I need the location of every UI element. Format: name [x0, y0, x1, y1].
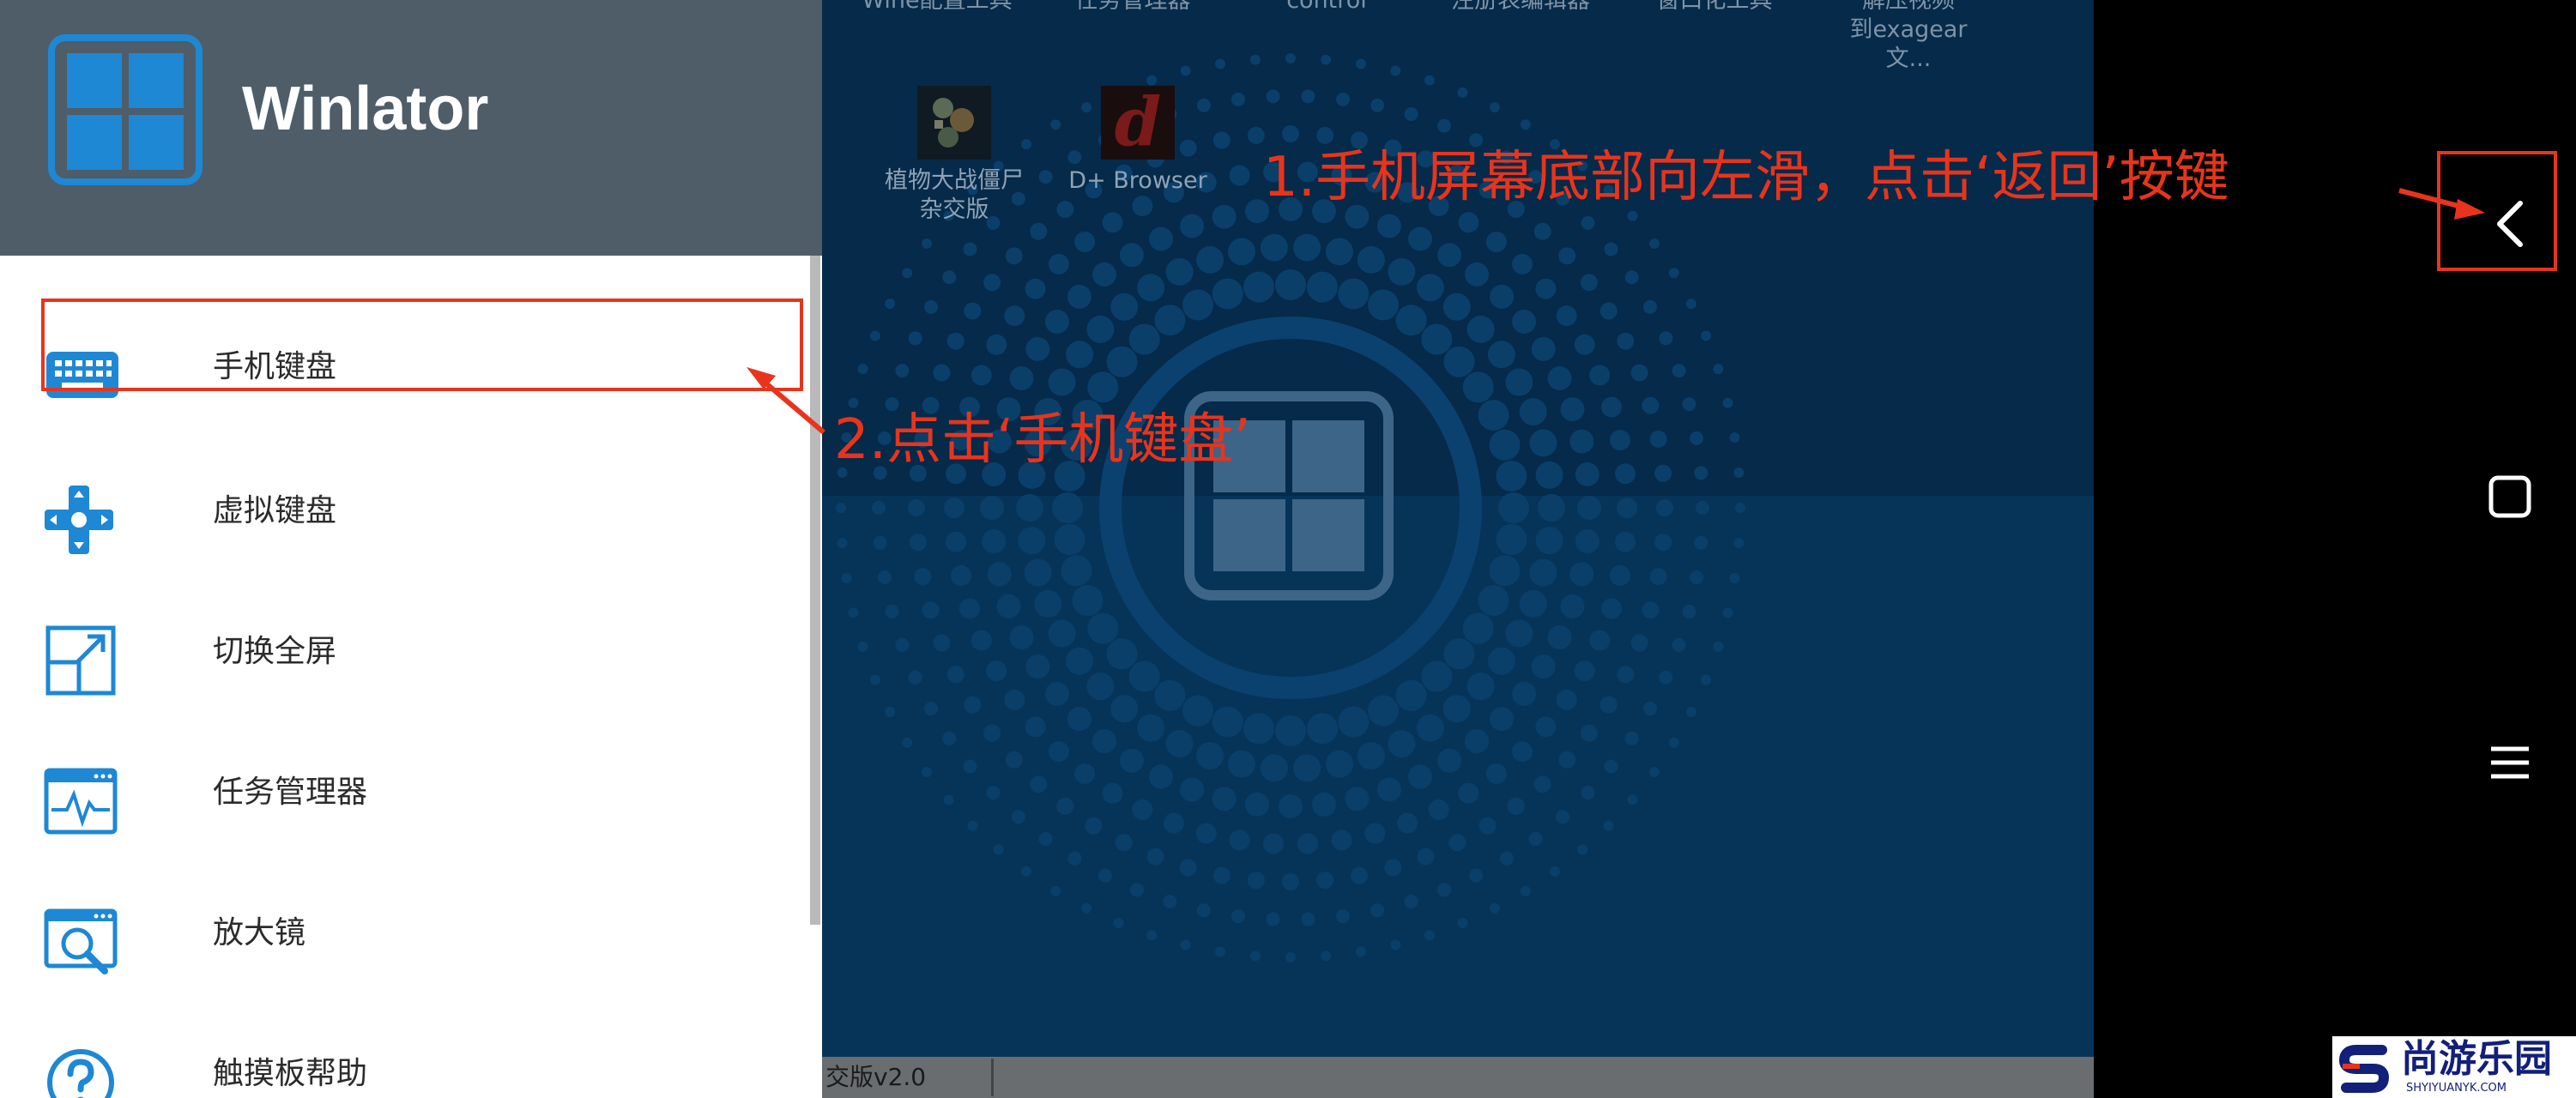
menu-item-label: 虚拟键盘	[213, 493, 337, 528]
winlator-logo-icon	[48, 34, 203, 185]
menu-item-label: 切换全屏	[213, 634, 337, 669]
menu-item-label: 触摸板帮助	[213, 1056, 368, 1091]
watermark-logo-icon	[2338, 1045, 2390, 1093]
menu-item-virtual-keyboard[interactable]: 虚拟键盘	[0, 460, 807, 563]
desktop-icon-label: 解压视频	[1862, 0, 1955, 14]
home-icon	[2488, 475, 2531, 518]
desktop-icon-label: control	[1286, 0, 1367, 14]
pvz-game-icon	[917, 86, 991, 160]
menu-item-label: 放大镜	[213, 915, 306, 950]
menu-item-toggle-fullscreen[interactable]: 切换全屏	[0, 600, 807, 703]
nav-recents-button[interactable]	[2471, 724, 2549, 801]
desktop-icon-control[interactable]: control	[1249, 0, 1404, 15]
desktop-icon-regedit[interactable]: 注册表编辑器	[1443, 0, 1598, 15]
phone-keyboard-highlight-box	[41, 299, 803, 391]
desktop-icon-label: 任务管理器	[1074, 0, 1191, 14]
navigation-drawer: Winlator 手机键盘 虚拟键盘 切换全屏 任务管理器 放大镜 触摸板帮助	[0, 0, 822, 1098]
desktop-icon-label: 窗口化工具	[1656, 0, 1773, 14]
recents-icon	[2491, 746, 2529, 779]
taskbar-window-button[interactable]: 交版v2.0	[822, 1059, 994, 1096]
taskbar: 交版v2.0	[822, 1057, 2094, 1098]
fullscreen-icon	[45, 625, 116, 696]
desktop-icon-sublabel: 到exagear文...	[1849, 16, 1968, 72]
annotation-step-2: 2.点击‘手机键盘’	[834, 408, 1251, 472]
desktop-icon-pvz[interactable]: 植物大战僵尸杂交版	[877, 86, 1031, 225]
desktop-icon-unzip-video[interactable]: 解压视频 到exagear文...	[1831, 0, 1986, 74]
site-watermark: 尚游乐园 SHYIYUANYK.COM	[2332, 1036, 2576, 1098]
menu-item-label: 任务管理器	[213, 775, 368, 810]
screen: Wine配置工具 任务管理器 control 注册表编辑器 窗口化工具 解压视频…	[0, 0, 2576, 1098]
annotation-step-1: 1.手机屏幕底部向左滑，点击‘返回’按键	[1263, 146, 2229, 209]
desktop-icon-label: D+ Browser	[1068, 167, 1207, 194]
desktop-icon-wine-config[interactable]: Wine配置工具	[860, 0, 1014, 15]
desktop-icon-task-manager[interactable]: 任务管理器	[1055, 0, 1210, 15]
drawer-scrollbar[interactable]	[810, 256, 820, 925]
desktop-icon-window-tool[interactable]: 窗口化工具	[1637, 0, 1792, 15]
task-manager-icon	[44, 768, 118, 835]
browser-icon: d	[1101, 86, 1175, 160]
app-title: Winlator	[242, 75, 489, 143]
watermark-name: 尚游乐园	[2401, 1037, 2552, 1081]
back-button-highlight-box	[2437, 151, 2557, 271]
desktop-icon-label: 注册表编辑器	[1451, 0, 1590, 14]
nav-home-button[interactable]	[2471, 458, 2549, 535]
desktop-icon-label: Wine配置工具	[862, 0, 1013, 14]
help-icon	[47, 1049, 114, 1098]
magnifier-icon	[44, 908, 118, 974]
menu-item-magnifier[interactable]: 放大镜	[0, 882, 807, 985]
gamepad-dpad-icon	[45, 486, 113, 554]
menu-item-task-manager[interactable]: 任务管理器	[0, 741, 807, 844]
menu-item-touchpad-help[interactable]: 触摸板帮助	[0, 1023, 807, 1098]
drawer-header: Winlator	[0, 0, 822, 256]
watermark-domain: SHYIYUANYK.COM	[2406, 1082, 2506, 1095]
desktop-icon-browser[interactable]: d D+ Browser	[1061, 86, 1215, 196]
desktop-icon-label: 植物大战僵尸杂交版	[885, 167, 1024, 223]
